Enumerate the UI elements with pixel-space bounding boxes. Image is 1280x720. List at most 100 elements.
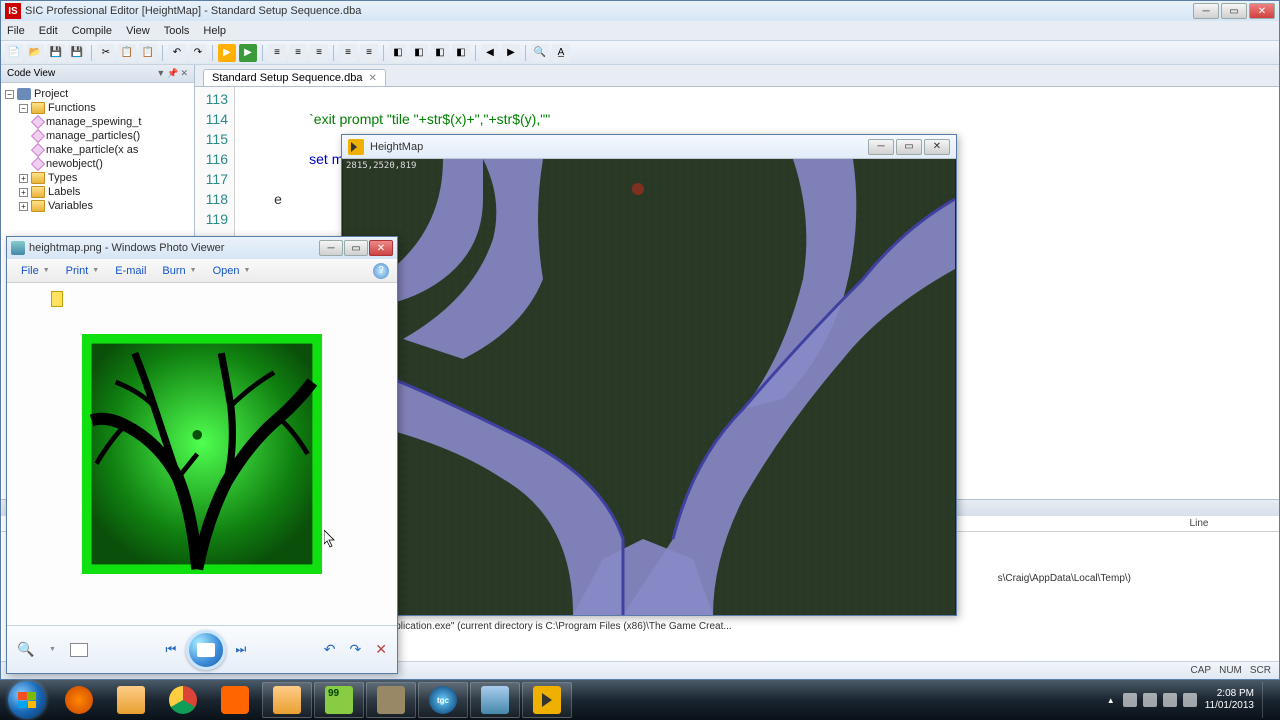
zoom-icon[interactable]: 🔍 [17,641,35,659]
tree-fn-item[interactable]: make_particle(x as [46,144,138,156]
rotate-ccw-icon[interactable]: ↶ [324,641,336,658]
tree-root[interactable]: Project [34,88,68,100]
expand-icon[interactable]: + [19,174,28,183]
tree-variables[interactable]: Variables [48,200,93,212]
tree-fn-item[interactable]: manage_particles() [46,130,140,142]
close-button[interactable]: ✕ [1249,3,1275,19]
nav-fwd-icon[interactable]: ▶ [502,44,520,62]
taskbar-photoviewer[interactable] [470,682,520,718]
collapse-icon[interactable]: − [5,90,14,99]
bookmark4-icon[interactable]: ◧ [452,44,470,62]
copy-icon[interactable]: 📋 [118,44,136,62]
taskbar-notepadpp[interactable]: 99 [314,682,364,718]
maximize-button[interactable]: ▭ [1221,3,1247,19]
undo-icon[interactable]: ↶ [168,44,186,62]
taskbar-mediaplayer[interactable] [210,682,260,718]
menu-compile[interactable]: Compile [72,25,112,37]
collapse-icon[interactable]: − [19,104,28,113]
folder-icon [31,102,45,114]
heightmap-titlebar[interactable]: HeightMap ─ ▭ ✕ [342,135,956,159]
pv-menu-burn[interactable]: Burn▼ [156,263,202,279]
bookmark2-icon[interactable]: ◧ [410,44,428,62]
project-tree[interactable]: −Project −Functions manage_spewing_t man… [1,83,194,217]
tab-close-icon[interactable]: ✕ [368,73,376,84]
tree-fn-item[interactable]: manage_spewing_t [46,116,141,128]
actual-size-icon[interactable] [70,643,88,657]
tree-types[interactable]: Types [48,172,77,184]
menu-view[interactable]: View [126,25,150,37]
taskbar-firefox[interactable] [54,682,104,718]
new-file-icon[interactable]: 📄 [5,44,23,62]
indent2-icon[interactable]: ≡ [310,44,328,62]
file-tab[interactable]: Standard Setup Sequence.dba ✕ [203,69,386,86]
taskbar-tgc[interactable]: tgc [418,682,468,718]
folder-icon [31,186,45,198]
minimize-button[interactable]: ─ [1193,3,1219,19]
outdent-icon[interactable]: ≡ [268,44,286,62]
indent-icon[interactable]: ≡ [289,44,307,62]
minimize-button[interactable]: ─ [319,240,343,256]
cut-icon[interactable]: ✂ [97,44,115,62]
heightmap-viewport[interactable]: 2815,2520,819 [342,159,956,615]
open-icon[interactable]: 📂 [26,44,44,62]
taskbar-explorer-active[interactable] [262,682,312,718]
tray-action-icon[interactable] [1183,693,1197,707]
show-desktop-button[interactable] [1262,682,1270,718]
taskbar-clock[interactable]: 2:08 PM 11/01/2013 [1205,688,1254,712]
find-icon[interactable]: 🔍 [531,44,549,62]
pv-menu-email[interactable]: E-mail [109,263,152,279]
menu-tools[interactable]: Tools [164,25,190,37]
save-all-icon[interactable]: 💾 [68,44,86,62]
bookmark-icon[interactable]: ◧ [389,44,407,62]
tree-fn-item[interactable]: newobject() [46,158,103,170]
tree-labels[interactable]: Labels [48,186,80,198]
pv-menu-print[interactable]: Print▼ [60,263,106,279]
maximize-button[interactable]: ▭ [344,240,368,256]
redo-icon[interactable]: ↷ [189,44,207,62]
photoviewer-content[interactable] [7,283,397,625]
uncomment-icon[interactable]: ≡ [360,44,378,62]
tray-network-icon[interactable] [1143,693,1157,707]
photoviewer-titlebar[interactable]: heightmap.png - Windows Photo Viewer ─ ▭… [7,237,397,259]
taskbar-explorer[interactable] [106,682,156,718]
taskbar-chrome[interactable] [158,682,208,718]
help-icon[interactable]: ? [373,263,389,279]
expand-icon[interactable]: + [19,188,28,197]
paste-icon[interactable]: 📋 [139,44,157,62]
menu-help[interactable]: Help [203,25,226,37]
menu-file[interactable]: File [7,25,25,37]
ide-titlebar[interactable]: IS SIC Professional Editor [HeightMap] -… [1,1,1279,21]
save-icon[interactable]: 💾 [47,44,65,62]
taskbar-gimp[interactable] [366,682,416,718]
taskbar-heightmap[interactable] [522,682,572,718]
nav-back-icon[interactable]: ◀ [481,44,499,62]
delete-icon[interactable]: ✕ [375,641,387,658]
find-replace-icon[interactable]: A̲ [552,44,570,62]
minimize-button[interactable]: ─ [868,139,894,155]
chevron-down-icon[interactable]: ▼ [49,646,56,653]
comment-icon[interactable]: ≡ [339,44,357,62]
pin-icon[interactable]: 📌 [167,68,178,79]
tray-icon[interactable] [1123,693,1137,707]
start-button[interactable] [8,681,46,719]
menu-edit[interactable]: Edit [39,25,58,37]
previous-icon[interactable]: ⏮ [160,639,182,661]
dropdown-icon[interactable]: ▼ [156,68,165,79]
bookmark3-icon[interactable]: ◧ [431,44,449,62]
close-button[interactable]: ✕ [369,240,393,256]
run-icon[interactable]: ▶ [239,44,257,62]
next-icon[interactable]: ⏭ [230,639,252,661]
pv-menu-file[interactable]: File▼ [15,263,56,279]
heightmap-title: HeightMap [370,141,868,153]
pv-menu-open[interactable]: Open▼ [207,263,257,279]
close-button[interactable]: ✕ [924,139,950,155]
tree-functions[interactable]: Functions [48,102,96,114]
tray-volume-icon[interactable] [1163,693,1177,707]
close-panel-icon[interactable]: ✕ [180,68,188,79]
maximize-button[interactable]: ▭ [896,139,922,155]
show-hidden-icon[interactable]: ▲ [1107,696,1115,705]
rotate-cw-icon[interactable]: ↷ [350,641,362,658]
expand-icon[interactable]: + [19,202,28,211]
slideshow-button[interactable] [186,630,226,670]
compile-icon[interactable]: ▶ [218,44,236,62]
